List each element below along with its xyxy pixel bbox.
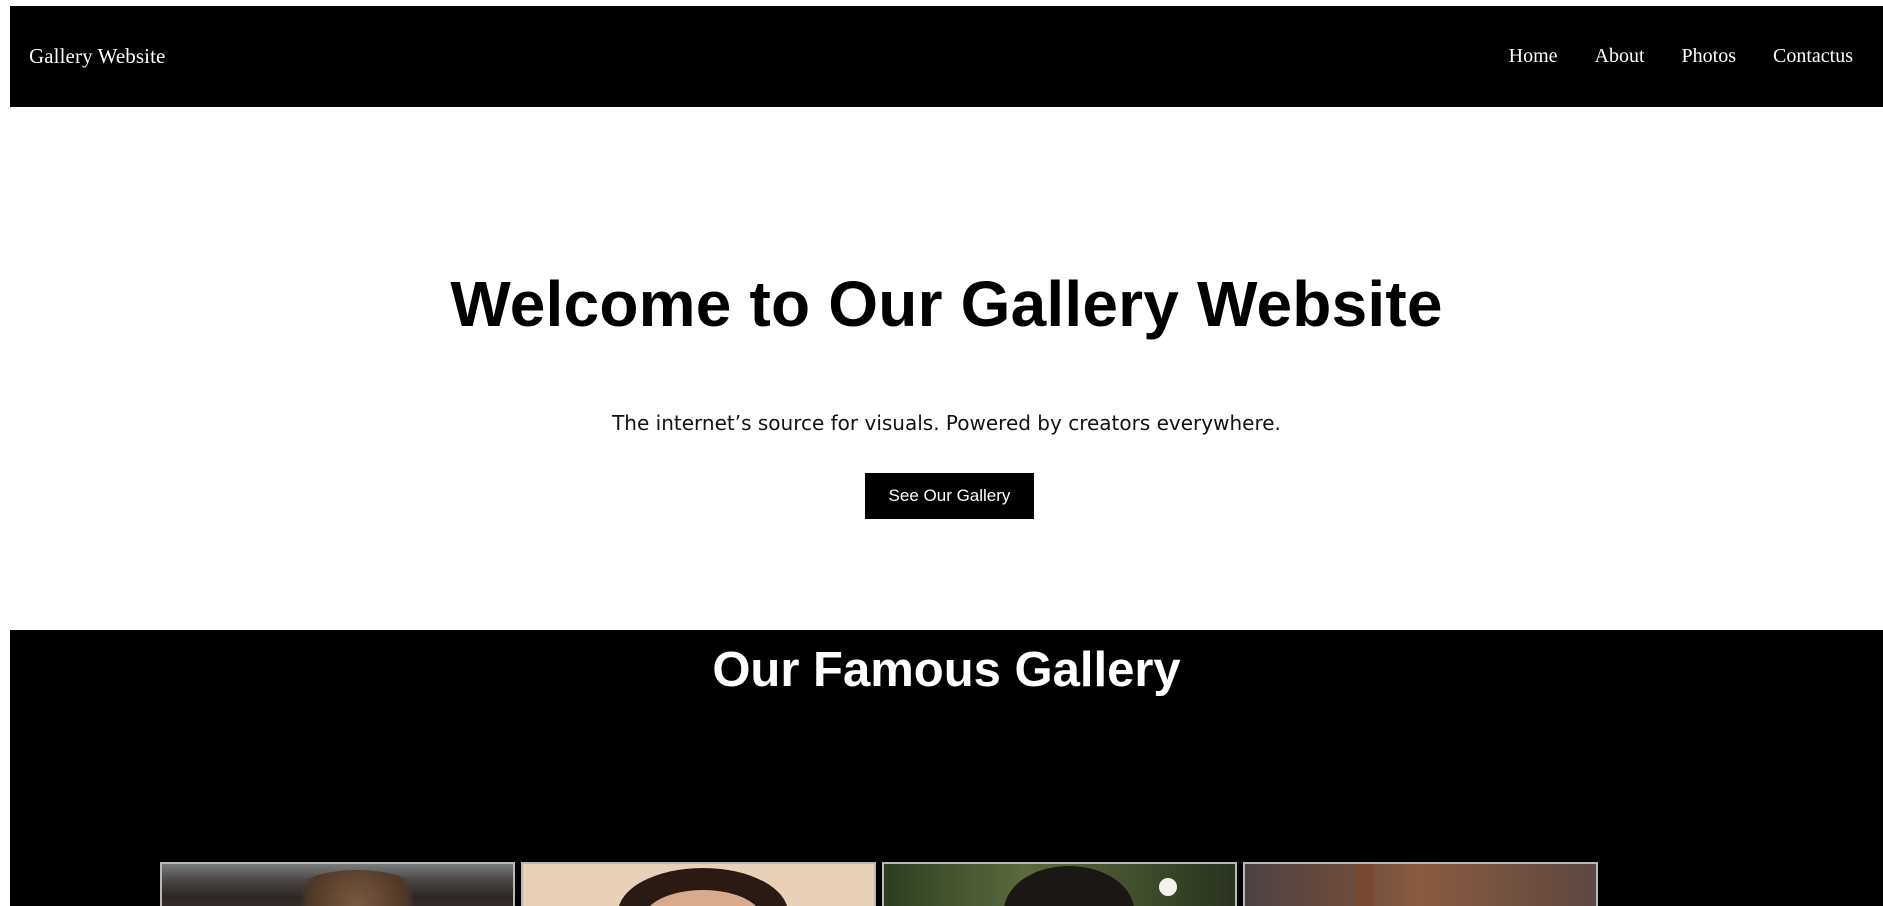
- nav-link-home[interactable]: Home: [1509, 45, 1558, 68]
- hero-subtitle: The internet’s source for visuals. Power…: [612, 411, 1281, 435]
- nav-menu: Home About Photos Contactus: [1472, 45, 1853, 68]
- gallery-section: Our Famous Gallery: [10, 630, 1883, 906]
- see-gallery-button[interactable]: See Our Gallery: [865, 473, 1034, 519]
- nav-link-about[interactable]: About: [1595, 45, 1645, 68]
- nav-link-contactus[interactable]: Contactus: [1773, 45, 1853, 68]
- gallery-photo-2[interactable]: [521, 862, 876, 906]
- hero-section: Welcome to Our Gallery Website The inter…: [10, 107, 1883, 630]
- gallery-title: Our Famous Gallery: [712, 643, 1181, 697]
- gallery-photo-1[interactable]: [160, 862, 515, 906]
- hero-title: Welcome to Our Gallery Website: [450, 268, 1443, 340]
- gallery-photo-4[interactable]: [1243, 862, 1598, 906]
- page: Gallery Website Home About Photos Contac…: [0, 0, 1883, 906]
- gallery-photo-3[interactable]: [882, 862, 1237, 906]
- top-navbar: Gallery Website Home About Photos Contac…: [10, 6, 1883, 107]
- nav-link-photos[interactable]: Photos: [1682, 45, 1736, 68]
- brand-logo-link[interactable]: Gallery Website: [29, 44, 165, 69]
- gallery-grid: [160, 862, 1598, 906]
